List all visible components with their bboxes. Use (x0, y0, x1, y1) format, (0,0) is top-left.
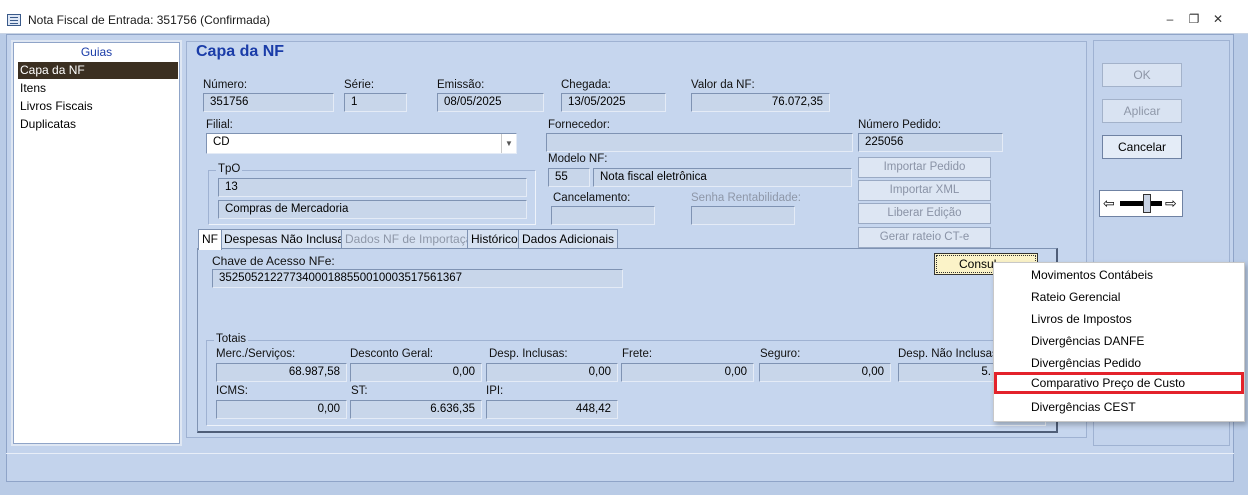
navigation-slider[interactable]: ⇦ ⇨ (1099, 190, 1183, 217)
totais-label: Totais (214, 333, 249, 345)
arrow-right-icon[interactable]: ⇨ (1165, 194, 1177, 212)
menu-item-divergencias-cest[interactable]: Divergências CEST (994, 396, 1244, 418)
icms-field[interactable]: 0,00 (216, 400, 347, 419)
minimize-icon[interactable]: – (1162, 12, 1178, 26)
tab-dados-nf-importacao[interactable]: Dados NF de Importação (341, 229, 484, 249)
filial-select[interactable]: CD ▼ (206, 133, 517, 154)
senha-rentabilidade-field[interactable] (691, 206, 795, 225)
liberar-edicao-button[interactable]: Liberar Edição (858, 203, 991, 224)
guia-item-itens[interactable]: Itens (18, 80, 178, 97)
slider-handle[interactable] (1143, 194, 1151, 213)
guia-item-capa-da-nf[interactable]: Capa da NF (18, 62, 178, 79)
desp-inclusas-field[interactable]: 0,00 (486, 363, 618, 382)
desconto-geral-label: Desconto Geral: (350, 348, 434, 360)
merc-servicos-field[interactable]: 68.987,58 (216, 363, 347, 382)
numero-pedido-field[interactable]: 225056 (858, 133, 1003, 152)
title-bar[interactable]: Nota Fiscal de Entrada: 351756 (Confirma… (0, 0, 1248, 34)
desconto-geral-field[interactable]: 0,00 (350, 363, 482, 382)
status-bar (6, 453, 1234, 482)
ipi-label: IPI: (486, 385, 504, 397)
menu-item-movimentos-contabeis[interactable]: Movimentos Contábeis (994, 264, 1244, 286)
modelo-nf-label: Modelo NF: (548, 153, 608, 165)
fornecedor-field[interactable] (546, 133, 853, 152)
filial-label: Filial: (206, 119, 233, 131)
menu-item-divergencias-pedido[interactable]: Divergências Pedido (994, 352, 1244, 374)
emissao-label: Emissão: (437, 79, 485, 91)
chave-acesso-label: Chave de Acesso NFe: (212, 254, 335, 268)
fornecedor-label: Fornecedor: (548, 119, 611, 131)
desp-nao-inclusas-label: Desp. Não Inclusas: (898, 348, 1001, 360)
seguro-field[interactable]: 0,00 (759, 363, 891, 382)
chave-acesso-field[interactable]: 35250521227734000188550010003517561367 (212, 269, 623, 288)
merc-servicos-label: Merc./Serviços: (216, 348, 296, 360)
filial-value: CD (213, 136, 230, 148)
valor-nf-field[interactable]: 76.072,35 (691, 93, 830, 112)
triangle-down-icon[interactable]: ▼ (501, 134, 516, 153)
aplicar-button[interactable]: Aplicar (1102, 99, 1182, 123)
tab-historico[interactable]: Histórico (467, 229, 522, 249)
consultar-context-menu: Movimentos Contábeis Rateio Gerencial Li… (993, 262, 1245, 422)
valor-nf-label: Valor da NF: (691, 79, 755, 91)
window-title: Nota Fiscal de Entrada: 351756 (Confirma… (28, 13, 271, 27)
chegada-field[interactable]: 13/05/2025 (561, 93, 666, 112)
restore-icon[interactable]: ❐ (1186, 12, 1202, 26)
st-label: ST: (351, 385, 368, 397)
tpo-description-field[interactable]: Compras de Mercadoria (218, 200, 527, 219)
ipi-field[interactable]: 448,42 (486, 400, 618, 419)
emissao-field[interactable]: 08/05/2025 (437, 93, 544, 112)
importar-pedido-button[interactable]: Importar Pedido (858, 157, 991, 178)
modelo-nf-description-field[interactable]: Nota fiscal eletrônica (593, 168, 852, 187)
guias-header: Guias (80, 45, 113, 59)
page-title: Capa da NF (196, 43, 285, 60)
cancelar-button[interactable]: Cancelar (1102, 135, 1182, 159)
form-icon (7, 14, 21, 26)
tpo-code-field[interactable]: 13 (218, 178, 527, 197)
modelo-nf-code-field[interactable]: 55 (548, 168, 590, 187)
menu-item-livros-de-impostos[interactable]: Livros de Impostos (994, 308, 1244, 330)
desp-nao-inclusas-field[interactable]: 5. (898, 363, 998, 382)
seguro-label: Seguro: (760, 348, 801, 360)
cancelamento-field[interactable] (551, 206, 655, 225)
chegada-label: Chegada: (561, 79, 611, 91)
st-field[interactable]: 6.636,35 (350, 400, 482, 419)
importar-xml-button[interactable]: Importar XML (858, 180, 991, 201)
slider-track (1120, 201, 1162, 206)
tab-dados-adicionais[interactable]: Dados Adicionais (518, 229, 619, 249)
numero-label: Número: (203, 79, 248, 91)
serie-label: Série: (344, 79, 375, 91)
cancelamento-label: Cancelamento: (553, 192, 631, 204)
tab-despesas-nao-inclusas[interactable]: Despesas Não Inclusas (220, 229, 355, 249)
tab-nf[interactable]: NF (198, 229, 222, 250)
frete-field[interactable]: 0,00 (621, 363, 754, 382)
numero-field[interactable]: 351756 (203, 93, 334, 112)
senha-rentabilidade-label: Senha Rentabilidade: (691, 192, 801, 204)
arrow-left-icon[interactable]: ⇦ (1103, 194, 1115, 212)
serie-field[interactable]: 1 (344, 93, 407, 112)
guias-panel: Guias Capa da NF Itens Livros Fiscais Du… (11, 40, 182, 446)
guia-item-livros-fiscais[interactable]: Livros Fiscais (18, 98, 178, 115)
tpo-label: TpO (216, 163, 243, 175)
guia-item-duplicatas[interactable]: Duplicatas (18, 116, 178, 133)
menu-item-rateio-gerencial[interactable]: Rateio Gerencial (994, 286, 1244, 308)
menu-item-comparativo-preco-de-custo[interactable]: Comparativo Preço de Custo (994, 372, 1244, 394)
close-icon[interactable]: ✕ (1210, 12, 1226, 26)
icms-label: ICMS: (216, 385, 248, 397)
gerar-rateio-cte-button[interactable]: Gerar rateio CT-e (858, 227, 991, 248)
frete-label: Frete: (622, 348, 653, 360)
menu-item-divergencias-danfe[interactable]: Divergências DANFE (994, 330, 1244, 352)
numero-pedido-label: Número Pedido: (858, 119, 942, 131)
desp-inclusas-label: Desp. Inclusas: (489, 348, 568, 360)
ok-button[interactable]: OK (1102, 63, 1182, 87)
